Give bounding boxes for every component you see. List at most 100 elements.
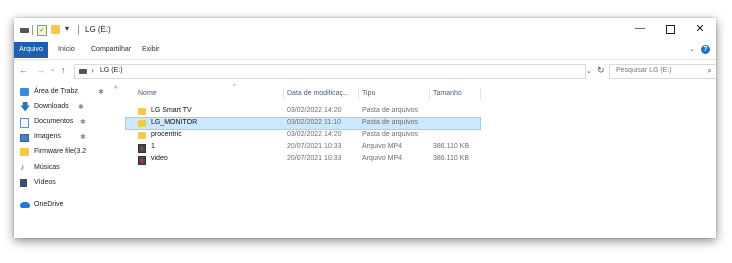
- sidebar-item-label: Imagens: [34, 133, 61, 140]
- navigation-pane: ^ Área de Trabz ✱ 🡇 Downloads ✱ Document…: [14, 84, 122, 238]
- tab-arquivo[interactable]: Arquivo: [14, 42, 48, 58]
- folder-icon: [138, 132, 146, 139]
- maximize-icon: [665, 25, 675, 34]
- column-separator[interactable]: [358, 88, 359, 100]
- pin-icon: ✱: [80, 119, 86, 126]
- file-row[interactable]: LG Smart TV 03/02/2022 14:20 Pasta de ar…: [126, 106, 480, 117]
- properties-icon[interactable]: ✓: [37, 25, 47, 36]
- file-type: Arquivo MP4: [362, 155, 403, 162]
- tab-exibir[interactable]: Exibir: [142, 42, 160, 58]
- breadcrumb-path[interactable]: LG (E:): [100, 67, 123, 74]
- window-title: LG (E:): [85, 25, 111, 34]
- expand-ribbon-icon[interactable]: ⌄: [689, 45, 695, 53]
- column-separator[interactable]: [283, 88, 284, 100]
- title-separator: [78, 25, 79, 35]
- onedrive-icon: [20, 202, 30, 208]
- pin-icon: ✱: [98, 89, 104, 96]
- file-row[interactable]: 1 20/07/2021 10:33 Arquivo MP4 386.110 K…: [126, 142, 480, 153]
- sidebar-item-pictures[interactable]: Imagens ✱: [20, 131, 116, 145]
- new-folder-icon[interactable]: [51, 25, 60, 34]
- address-bar[interactable]: › LG (E:): [74, 64, 586, 79]
- folder-icon: [138, 120, 146, 127]
- sidebar-item-firmware[interactable]: Firmware file(3.2: [20, 146, 116, 160]
- help-icon[interactable]: ?: [701, 45, 710, 54]
- sort-arrow-icon: ^: [233, 84, 236, 90]
- file-explorer-window: ✓ ▾ LG (E:) — ✕ Arquivo Início Compartil…: [14, 18, 716, 238]
- minimize-button[interactable]: —: [633, 23, 647, 35]
- sidebar-item-label: Músicas: [34, 164, 60, 171]
- sidebar-item-music[interactable]: ♪ Músicas: [20, 162, 116, 176]
- close-button[interactable]: ✕: [693, 23, 707, 35]
- file-list: Nome ^ Data de modificaç... Tipo Tamanho…: [125, 84, 716, 238]
- video-file-icon: [138, 156, 146, 165]
- sidebar-item-label: Área de Trabz: [34, 88, 78, 95]
- column-header-type[interactable]: Tipo: [362, 90, 375, 97]
- file-row-selected[interactable]: LG_MONITOR 03/02/2022 11:10 Pasta de arq…: [125, 117, 481, 130]
- address-history-dropdown[interactable]: ⌄: [586, 67, 592, 75]
- folder-icon: [20, 148, 29, 156]
- title-bar: ✓ ▾ LG (E:) — ✕: [14, 18, 716, 42]
- drive-icon: [20, 28, 29, 33]
- ribbon-tabs: Arquivo Início Compartilhar Exibir ⌄ ?: [14, 42, 716, 60]
- file-date: 20/07/2021 10:33: [287, 155, 342, 162]
- sidebar-item-label: Vídeos: [34, 179, 56, 186]
- sidebar-item-videos[interactable]: Vídeos: [20, 177, 116, 191]
- sidebar-item-onedrive[interactable]: OneDrive: [20, 199, 116, 213]
- music-icon: ♪: [20, 162, 25, 172]
- file-size: 386.110 KB: [433, 155, 470, 162]
- column-header-size[interactable]: Tamanho: [433, 90, 462, 97]
- file-date: 03/02/2022 14:20: [287, 131, 342, 138]
- column-separator[interactable]: [429, 88, 430, 100]
- document-icon: [20, 118, 29, 128]
- file-name: procentric: [151, 131, 182, 138]
- pin-icon: ✱: [78, 104, 84, 111]
- file-name: 1: [151, 143, 155, 150]
- breadcrumb-separator: ›: [91, 66, 94, 75]
- desktop-icon: [20, 88, 29, 96]
- sidebar-item-label: Documentos: [34, 118, 74, 125]
- folder-icon: [138, 108, 146, 115]
- pin-icon: ✱: [80, 134, 86, 141]
- sidebar-item-label: Firmware file(3.2: [34, 148, 87, 155]
- file-type: Arquivo MP4: [362, 143, 403, 150]
- tab-compartilhar[interactable]: Compartilhar: [91, 42, 131, 58]
- tab-inicio[interactable]: Início: [58, 42, 75, 58]
- quick-access-dropdown[interactable]: ▾: [65, 24, 69, 33]
- search-input[interactable]: Pesquisar LG (E:) ⌕: [609, 64, 716, 79]
- file-type: Pasta de arquivos: [362, 119, 419, 126]
- back-button[interactable]: ←: [19, 65, 28, 75]
- file-size: 386.110 KB: [433, 143, 470, 150]
- up-button[interactable]: ↑: [61, 65, 66, 75]
- column-separator[interactable]: [480, 88, 481, 100]
- file-name: LG Smart TV: [151, 107, 192, 114]
- drive-icon: [79, 69, 87, 74]
- search-icon: ⌕: [707, 66, 712, 75]
- file-date: 03/02/2022 11:10: [287, 119, 341, 126]
- file-type: Pasta de arquivos: [362, 131, 419, 138]
- video-icon: [20, 179, 27, 187]
- file-date: 03/02/2022 14:20: [287, 107, 342, 114]
- sidebar-item-desktop[interactable]: Área de Trabz ✱: [20, 86, 116, 100]
- file-type: Pasta de arquivos: [362, 107, 419, 114]
- video-file-icon: [138, 144, 146, 153]
- refresh-button[interactable]: ↻: [597, 65, 605, 76]
- sidebar-item-documents[interactable]: Documentos ✱: [20, 116, 116, 130]
- search-placeholder: Pesquisar LG (E:): [616, 67, 672, 74]
- maximize-button[interactable]: [663, 23, 677, 35]
- file-name: video: [151, 155, 168, 162]
- file-name: LG_MONITOR: [151, 119, 198, 126]
- file-row[interactable]: video 20/07/2021 10:33 Arquivo MP4 386.1…: [126, 154, 480, 165]
- quick-access-separator: [32, 25, 33, 35]
- column-header-name[interactable]: Nome: [138, 90, 157, 97]
- forward-button[interactable]: →: [36, 65, 45, 75]
- sidebar-item-label: OneDrive: [34, 201, 64, 208]
- pictures-icon: [20, 134, 29, 142]
- sidebar-item-label: Downloads: [34, 103, 69, 110]
- sidebar-item-downloads[interactable]: 🡇 Downloads ✱: [20, 101, 116, 115]
- file-row[interactable]: procentric 03/02/2022 14:20 Pasta de arq…: [126, 130, 480, 141]
- download-icon: 🡇: [20, 102, 31, 113]
- recent-locations-button[interactable]: ⌄: [50, 66, 55, 73]
- file-date: 20/07/2021 10:33: [287, 143, 342, 150]
- address-row: ← → ⌄ ↑ › LG (E:) ⌄ ↻ Pesquisar LG (E:) …: [14, 62, 716, 80]
- column-header-date[interactable]: Data de modificaç...: [287, 90, 349, 97]
